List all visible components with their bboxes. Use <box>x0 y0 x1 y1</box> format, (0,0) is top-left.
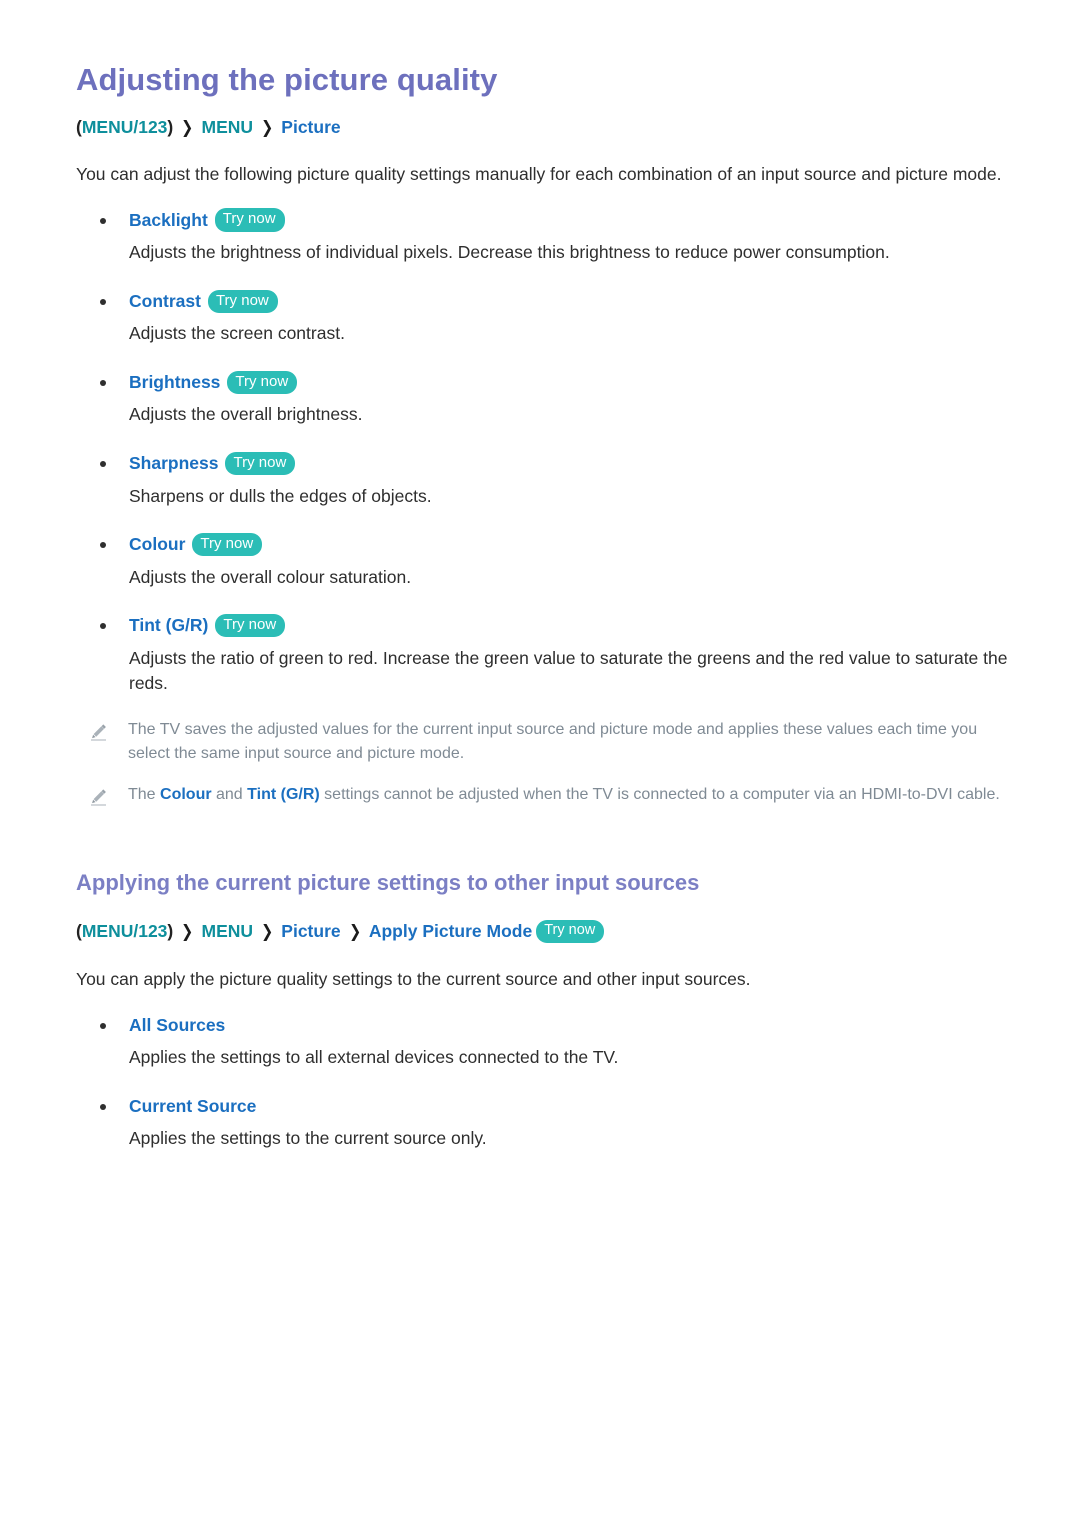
setting-label-brightness: Brightness Try now <box>129 369 298 395</box>
section2-title: Applying the current picture settings to… <box>76 869 700 895</box>
setting-label-text: All Sources <box>129 1014 226 1035</box>
setting-label-text: Brightness <box>129 372 221 393</box>
setting-description-tint: Adjusts the ratio of green to red. Incre… <box>129 647 1008 693</box>
chevron-right-icon: ❯ <box>348 922 361 942</box>
setting-description-backlight: Adjusts the brightness of individual pix… <box>129 242 890 263</box>
bullet-dot-icon <box>100 299 106 306</box>
bullet-dot-icon <box>100 1103 106 1110</box>
setting-label-backlight: Backlight Try now <box>129 207 285 233</box>
setting-label-contrast: Contrast Try now <box>129 288 278 314</box>
chevron-right-icon: ❯ <box>181 922 194 942</box>
list-item: Backlight Try now <box>76 207 1008 233</box>
pencil-icon <box>88 721 110 743</box>
breadcrumb-picture[interactable]: Picture <box>281 921 340 941</box>
chevron-right-icon: ❯ <box>181 117 194 137</box>
section1-settings-list: Backlight Try now Adjusts the brightness… <box>76 207 1008 695</box>
note-link-colour[interactable]: Colour <box>160 786 212 803</box>
document-page: Adjusting the picture quality (MENU/123)… <box>0 0 1080 1151</box>
note-text: The Colour and Tint (G/R) settings canno… <box>128 783 1000 806</box>
breadcrumb-section2: (MENU/123) ❯ MENU ❯ Picture ❯ Apply Picture Mo… <box>76 918 1008 945</box>
breadcrumb-menu[interactable]: MENU <box>202 117 254 137</box>
setting-label-text: Contrast <box>129 291 201 312</box>
pencil-icon <box>88 786 110 808</box>
breadcrumb-menu123[interactable]: MENU/123 <box>82 117 168 137</box>
bullet-dot-icon <box>100 542 106 549</box>
note-text-part: The <box>128 785 161 803</box>
chevron-right-icon: ❯ <box>261 922 274 942</box>
list-item: Colour Try now <box>76 531 1008 557</box>
setting-label-text: Colour <box>129 534 186 555</box>
setting-label-text: Backlight <box>129 209 208 230</box>
setting-description-colour: Adjusts the overall colour saturation. <box>129 566 412 587</box>
try-now-button[interactable]: Try now <box>215 613 286 638</box>
list-item: Sharpness Try now <box>76 450 1008 476</box>
page-title: Adjusting the picture quality <box>76 62 498 97</box>
breadcrumb-picture[interactable]: Picture <box>281 117 340 137</box>
setting-label-sharpness: Sharpness Try now <box>129 450 296 476</box>
try-now-button[interactable]: Try now <box>227 370 298 394</box>
setting-description-current-source: Applies the settings to the current sour… <box>129 1127 487 1148</box>
bullet-dot-icon <box>100 217 106 224</box>
breadcrumb-section1: (MENU/123) ❯ MENU ❯ Picture <box>76 114 1008 141</box>
bullet-dot-icon <box>100 461 106 468</box>
bullet-dot-icon <box>100 380 106 387</box>
note-hdmi-dvi: The Colour and Tint (G/R) settings canno… <box>76 783 1008 808</box>
try-now-button[interactable]: Try now <box>536 920 605 943</box>
note-saved-values: The TV saves the adjusted values for the… <box>76 718 1008 764</box>
list-item: Current Source <box>76 1093 1008 1119</box>
setting-description-sharpness: Sharpens or dulls the edges of objects. <box>129 485 432 506</box>
breadcrumb-menu[interactable]: MENU <box>202 921 254 941</box>
bullet-dot-icon <box>100 1022 106 1029</box>
setting-description-brightness: Adjusts the overall brightness. <box>129 404 363 425</box>
bullet-dot-icon <box>100 623 106 630</box>
setting-label-text: Tint (G/R) <box>129 615 209 636</box>
breadcrumb-close-paren: ) <box>167 116 174 137</box>
setting-label-tint: Tint (G/R) Try now <box>129 612 286 638</box>
note-link-tint[interactable]: Tint (G/R) <box>247 786 320 803</box>
setting-description-contrast: Adjusts the screen contrast. <box>129 323 345 344</box>
list-item: Contrast Try now <box>76 288 1008 314</box>
breadcrumb-menu123[interactable]: MENU/123 <box>82 921 168 941</box>
section2-settings-list: All Sources Applies the settings to all … <box>76 1012 1008 1151</box>
try-now-button[interactable]: Try now <box>207 289 278 313</box>
list-item: Tint (G/R) Try now <box>76 612 1008 638</box>
breadcrumb-close-paren: ) <box>167 921 174 942</box>
setting-label-current-source: Current Source <box>129 1093 256 1119</box>
list-item: Brightness Try now <box>76 369 1008 395</box>
setting-label-colour: Colour Try now <box>129 531 263 557</box>
breadcrumb-apply-picture-mode[interactable]: Apply Picture Mode <box>369 921 532 941</box>
note-text-part: settings cannot be adjusted when the TV … <box>319 785 1000 803</box>
try-now-button[interactable]: Try now <box>192 532 263 557</box>
setting-label-all-sources: All Sources <box>129 1012 225 1038</box>
setting-label-text: Sharpness <box>129 453 219 474</box>
try-now-button[interactable]: Try now <box>225 451 296 476</box>
setting-description-all-sources: Applies the settings to all external dev… <box>129 1046 619 1067</box>
note-text: The TV saves the adjusted values for the… <box>128 718 1008 764</box>
setting-label-text: Current Source <box>129 1095 257 1116</box>
try-now-button[interactable]: Try now <box>214 208 285 232</box>
note-text-part: The TV saves the adjusted values for the… <box>128 721 978 762</box>
chevron-right-icon: ❯ <box>261 117 274 137</box>
section1-intro-paragraph: You can adjust the following picture qua… <box>76 164 1002 185</box>
note-text-part: and <box>211 785 248 803</box>
section2-intro-paragraph: You can apply the picture quality settin… <box>76 968 751 989</box>
list-item: All Sources <box>76 1012 1008 1038</box>
